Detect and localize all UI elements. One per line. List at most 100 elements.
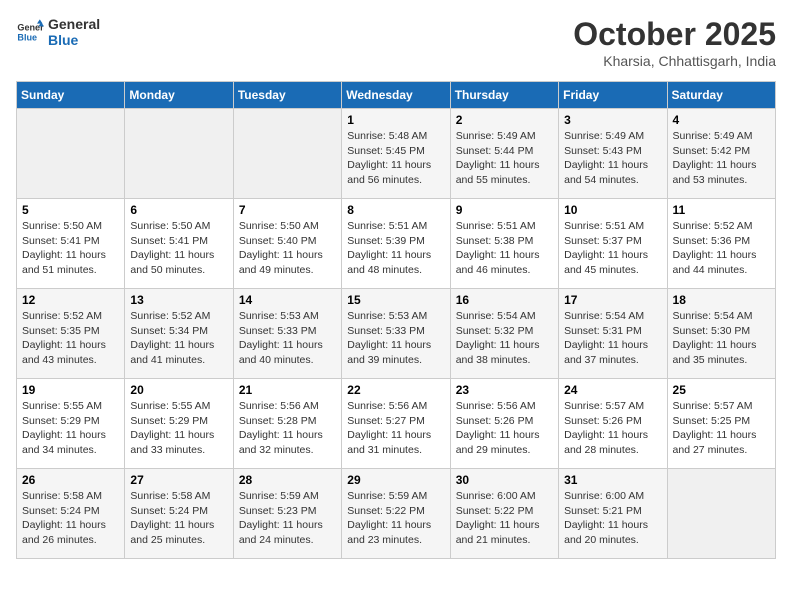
week-row-1: 1 Sunrise: 5:48 AM Sunset: 5:45 PM Daylig… — [17, 109, 776, 199]
calendar-cell: 16 Sunrise: 5:54 AM Sunset: 5:32 PM Dayli… — [450, 289, 558, 379]
header-thursday: Thursday — [450, 82, 558, 109]
day-info: Sunrise: 5:52 AM Sunset: 5:34 PM Dayligh… — [130, 309, 227, 368]
calendar-cell: 23 Sunrise: 5:56 AM Sunset: 5:26 PM Dayli… — [450, 379, 558, 469]
calendar-cell: 10Sunrise: 5:51 AM Sunset: 5:37 PM Dayli… — [559, 199, 667, 289]
calendar-cell: 24Sunrise: 5:57 AM Sunset: 5:26 PM Dayli… — [559, 379, 667, 469]
day-info: Sunrise: 5:59 AM Sunset: 5:23 PM Dayligh… — [239, 489, 336, 548]
calendar-cell: 21Sunrise: 5:56 AM Sunset: 5:28 PM Dayli… — [233, 379, 341, 469]
day-number: 7 — [239, 203, 336, 217]
day-info: Sunrise: 5:54 AM Sunset: 5:31 PM Dayligh… — [564, 309, 661, 368]
calendar-cell: 26 Sunrise: 5:58 AM Sunset: 5:24 PM Dayli… — [17, 469, 125, 559]
day-info: Sunrise: 5:53 AM Sunset: 5:33 PM Dayligh… — [347, 309, 444, 368]
day-info: Sunrise: 5:52 AM Sunset: 5:36 PM Dayligh… — [673, 219, 770, 278]
calendar-cell: 14 Sunrise: 5:53 AM Sunset: 5:33 PM Dayli… — [233, 289, 341, 379]
day-number: 9 — [456, 203, 553, 217]
calendar-cell: 27Sunrise: 5:58 AM Sunset: 5:24 PM Dayli… — [125, 469, 233, 559]
day-info: Sunrise: 5:54 AM Sunset: 5:30 PM Dayligh… — [673, 309, 770, 368]
calendar-cell — [17, 109, 125, 199]
calendar-table: SundayMondayTuesdayWednesdayThursdayFrid… — [16, 81, 776, 559]
day-number: 24 — [564, 383, 661, 397]
day-info: Sunrise: 5:51 AM Sunset: 5:37 PM Dayligh… — [564, 219, 661, 278]
day-number: 4 — [673, 113, 770, 127]
header-sunday: Sunday — [17, 82, 125, 109]
day-info: Sunrise: 5:58 AM Sunset: 5:24 PM Dayligh… — [22, 489, 119, 548]
day-number: 30 — [456, 473, 553, 487]
calendar-cell: 1 Sunrise: 5:48 AM Sunset: 5:45 PM Daylig… — [342, 109, 450, 199]
day-number: 12 — [22, 293, 119, 307]
day-number: 28 — [239, 473, 336, 487]
day-number: 25 — [673, 383, 770, 397]
day-number: 19 — [22, 383, 119, 397]
header-friday: Friday — [559, 82, 667, 109]
day-number: 1 — [347, 113, 444, 127]
day-info: Sunrise: 5:55 AM Sunset: 5:29 PM Dayligh… — [130, 399, 227, 458]
title-area: October 2025 Kharsia, Chhattisgarh, Indi… — [573, 16, 776, 69]
logo: General Blue General Blue — [16, 16, 100, 48]
day-info: Sunrise: 5:56 AM Sunset: 5:28 PM Dayligh… — [239, 399, 336, 458]
week-row-3: 12 Sunrise: 5:52 AM Sunset: 5:35 PM Dayli… — [17, 289, 776, 379]
day-info: Sunrise: 5:51 AM Sunset: 5:39 PM Dayligh… — [347, 219, 444, 278]
calendar-cell: 8 Sunrise: 5:51 AM Sunset: 5:39 PM Daylig… — [342, 199, 450, 289]
calendar-cell: 13 Sunrise: 5:52 AM Sunset: 5:34 PM Dayli… — [125, 289, 233, 379]
day-info: Sunrise: 6:00 AM Sunset: 5:21 PM Dayligh… — [564, 489, 661, 548]
day-info: Sunrise: 5:49 AM Sunset: 5:42 PM Dayligh… — [673, 129, 770, 188]
page-header: General Blue General Blue October 2025 K… — [16, 16, 776, 69]
day-info: Sunrise: 5:52 AM Sunset: 5:35 PM Dayligh… — [22, 309, 119, 368]
day-info: Sunrise: 5:50 AM Sunset: 5:41 PM Dayligh… — [130, 219, 227, 278]
calendar-cell: 5 Sunrise: 5:50 AM Sunset: 5:41 PM Daylig… — [17, 199, 125, 289]
week-row-4: 19 Sunrise: 5:55 AM Sunset: 5:29 PM Dayli… — [17, 379, 776, 469]
day-info: Sunrise: 5:50 AM Sunset: 5:41 PM Dayligh… — [22, 219, 119, 278]
day-info: Sunrise: 5:59 AM Sunset: 5:22 PM Dayligh… — [347, 489, 444, 548]
svg-text:Blue: Blue — [17, 32, 37, 42]
day-info: Sunrise: 6:00 AM Sunset: 5:22 PM Dayligh… — [456, 489, 553, 548]
week-row-2: 5 Sunrise: 5:50 AM Sunset: 5:41 PM Daylig… — [17, 199, 776, 289]
day-number: 31 — [564, 473, 661, 487]
calendar-cell: 17 Sunrise: 5:54 AM Sunset: 5:31 PM Dayli… — [559, 289, 667, 379]
day-info: Sunrise: 5:48 AM Sunset: 5:45 PM Dayligh… — [347, 129, 444, 188]
day-info: Sunrise: 5:49 AM Sunset: 5:44 PM Dayligh… — [456, 129, 553, 188]
day-number: 23 — [456, 383, 553, 397]
subtitle: Kharsia, Chhattisgarh, India — [573, 53, 776, 69]
calendar-cell: 19Sunrise: 5:55 AM Sunset: 5:29 PM Dayli… — [17, 379, 125, 469]
calendar-cell: 29 Sunrise: 5:59 AM Sunset: 5:22 PM Dayli… — [342, 469, 450, 559]
day-number: 17 — [564, 293, 661, 307]
day-info: Sunrise: 5:49 AM Sunset: 5:43 PM Dayligh… — [564, 129, 661, 188]
day-number: 5 — [22, 203, 119, 217]
day-info: Sunrise: 5:51 AM Sunset: 5:38 PM Dayligh… — [456, 219, 553, 278]
header-row: SundayMondayTuesdayWednesdayThursdayFrid… — [17, 82, 776, 109]
day-info: Sunrise: 5:57 AM Sunset: 5:25 PM Dayligh… — [673, 399, 770, 458]
logo-blue: Blue — [48, 32, 100, 48]
calendar-cell: 9 Sunrise: 5:51 AM Sunset: 5:38 PM Daylig… — [450, 199, 558, 289]
calendar-cell: 6 Sunrise: 5:50 AM Sunset: 5:41 PM Daylig… — [125, 199, 233, 289]
calendar-cell: 2 Sunrise: 5:49 AM Sunset: 5:44 PM Daylig… — [450, 109, 558, 199]
day-number: 26 — [22, 473, 119, 487]
day-number: 3 — [564, 113, 661, 127]
calendar-cell: 3 Sunrise: 5:49 AM Sunset: 5:43 PM Daylig… — [559, 109, 667, 199]
day-info: Sunrise: 5:58 AM Sunset: 5:24 PM Dayligh… — [130, 489, 227, 548]
calendar-cell: 22Sunrise: 5:56 AM Sunset: 5:27 PM Dayli… — [342, 379, 450, 469]
calendar-cell — [667, 469, 775, 559]
month-title: October 2025 — [573, 16, 776, 53]
day-number: 15 — [347, 293, 444, 307]
day-info: Sunrise: 5:50 AM Sunset: 5:40 PM Dayligh… — [239, 219, 336, 278]
day-number: 11 — [673, 203, 770, 217]
day-number: 8 — [347, 203, 444, 217]
header-saturday: Saturday — [667, 82, 775, 109]
logo-general: General — [48, 16, 100, 32]
day-number: 6 — [130, 203, 227, 217]
day-info: Sunrise: 5:53 AM Sunset: 5:33 PM Dayligh… — [239, 309, 336, 368]
header-tuesday: Tuesday — [233, 82, 341, 109]
day-number: 2 — [456, 113, 553, 127]
calendar-cell: 20Sunrise: 5:55 AM Sunset: 5:29 PM Dayli… — [125, 379, 233, 469]
calendar-cell: 12 Sunrise: 5:52 AM Sunset: 5:35 PM Dayli… — [17, 289, 125, 379]
day-number: 16 — [456, 293, 553, 307]
calendar-cell: 30 Sunrise: 6:00 AM Sunset: 5:22 PM Dayli… — [450, 469, 558, 559]
day-info: Sunrise: 5:54 AM Sunset: 5:32 PM Dayligh… — [456, 309, 553, 368]
logo-icon: General Blue — [16, 18, 44, 46]
day-number: 29 — [347, 473, 444, 487]
day-number: 13 — [130, 293, 227, 307]
day-number: 14 — [239, 293, 336, 307]
calendar-cell: 15 Sunrise: 5:53 AM Sunset: 5:33 PM Dayli… — [342, 289, 450, 379]
day-info: Sunrise: 5:56 AM Sunset: 5:26 PM Dayligh… — [456, 399, 553, 458]
calendar-cell — [125, 109, 233, 199]
